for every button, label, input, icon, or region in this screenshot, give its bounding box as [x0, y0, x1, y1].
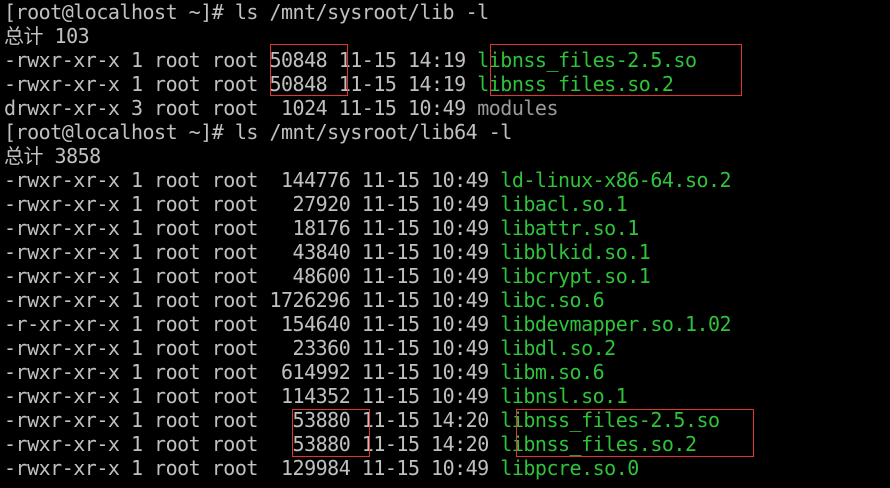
file-name: libblkid.so.1 — [500, 240, 651, 264]
file-name: libcrypt.so.1 — [500, 264, 651, 288]
file-size: 18176 — [292, 216, 351, 240]
perm-owner: -rwxr-xr-x 1 root root — [4, 456, 281, 480]
listing-row: -rwxr-xr-x 1 root root 50848 11-15 14:19… — [4, 72, 674, 96]
listing-row: -rwxr-xr-x 1 root root 18176 11-15 10:49… — [4, 216, 639, 240]
date-time: 11-15 14:19 — [327, 72, 478, 96]
file-name: libattr.so.1 — [500, 216, 639, 240]
file-size: 50848 — [269, 72, 328, 96]
file-size: 27920 — [292, 192, 351, 216]
listing-row: -rwxr-xr-x 1 root root 114352 11-15 10:4… — [4, 384, 628, 408]
perm-owner: -rwxr-xr-x 1 root root — [4, 216, 293, 240]
perm-owner: -rwxr-xr-x 1 root root — [4, 432, 293, 456]
date-time: 11-15 10:49 — [350, 288, 501, 312]
perm-owner: -rwxr-xr-x 1 root root — [4, 264, 293, 288]
file-size: 154640 — [280, 312, 351, 336]
date-time: 11-15 10:49 — [350, 360, 501, 384]
perm-owner: -rwxr-xr-x 1 root root — [4, 72, 270, 96]
file-size: 53880 — [292, 432, 351, 456]
perm-owner: -rwxr-xr-x 1 root root — [4, 288, 270, 312]
file-size: 614992 — [280, 360, 351, 384]
file-size: 43840 — [292, 240, 351, 264]
file-name: ld-linux-x86-64.so.2 — [500, 168, 732, 192]
date-time: 11-15 10:49 — [350, 216, 501, 240]
date-time: 11-15 10:49 — [350, 384, 501, 408]
perm-owner: -rwxr-xr-x 1 root root — [4, 336, 293, 360]
date-time: 11-15 10:49 — [350, 168, 501, 192]
listing-row: -rwxr-xr-x 1 root root 129984 11-15 10:4… — [4, 456, 639, 480]
directory-name: modules — [477, 96, 558, 120]
file-name: libc.so.6 — [500, 288, 605, 312]
perm-owner: drwxr-xr-x 3 root root — [4, 96, 281, 120]
file-size: 23360 — [292, 336, 351, 360]
perm-owner: -rwxr-xr-x 1 root root — [4, 192, 293, 216]
file-name: libdevmapper.so.1.02 — [500, 312, 732, 336]
file-name: libm.so.6 — [500, 360, 605, 384]
listing-row: -rwxr-xr-x 1 root root 43840 11-15 10:49… — [4, 240, 651, 264]
listing-row: -rwxr-xr-x 1 root root 144776 11-15 10:4… — [4, 168, 732, 192]
listing-row: -rwxr-xr-x 1 root root 614992 11-15 10:4… — [4, 360, 605, 384]
file-name: libnss_files-2.5.so — [477, 48, 697, 72]
date-time: 11-15 14:19 — [327, 48, 478, 72]
file-size: 50848 — [269, 48, 328, 72]
total-line: 总计 103 — [4, 24, 90, 48]
date-time: 11-15 10:49 — [350, 336, 501, 360]
prompt-line: [root@localhost ~]# ls /mnt/sysroot/lib6… — [4, 120, 512, 144]
perm-owner: -r-xr-xr-x 1 root root — [4, 312, 281, 336]
file-name: libacl.so.1 — [500, 192, 628, 216]
perm-owner: -rwxr-xr-x 1 root root — [4, 360, 281, 384]
prompt-line: [root@localhost ~]# ls /mnt/sysroot/lib … — [4, 0, 489, 24]
file-name: libdl.so.2 — [500, 336, 616, 360]
file-size: 1726296 — [269, 288, 351, 312]
listing-row: -rwxr-xr-x 1 root root 1726296 11-15 10:… — [4, 288, 605, 312]
file-size: 53880 — [292, 408, 351, 432]
file-name: libnss_files.so.2 — [500, 432, 697, 456]
file-size: 48600 — [292, 264, 351, 288]
prompt-command: [root@localhost ~]# ls /mnt/sysroot/lib6… — [4, 120, 512, 144]
perm-owner: -rwxr-xr-x 1 root root — [4, 384, 281, 408]
perm-owner: -rwxr-xr-x 1 root root — [4, 408, 293, 432]
prompt-command: [root@localhost ~]# ls /mnt/sysroot/lib … — [4, 0, 489, 24]
total-text: 总计 103 — [4, 24, 90, 48]
total-line: 总计 3858 — [4, 144, 101, 168]
listing-row: -rwxr-xr-x 1 root root 50848 11-15 14:19… — [4, 48, 697, 72]
date-time: 11-15 10:49 — [350, 456, 501, 480]
date-time: 11-15 10:49 — [327, 96, 478, 120]
listing-row: -rwxr-xr-x 1 root root 48600 11-15 10:49… — [4, 264, 651, 288]
file-name: libnsl.so.1 — [500, 384, 628, 408]
date-time: 11-15 14:20 — [350, 432, 501, 456]
listing-row: -r-xr-xr-x 1 root root 154640 11-15 10:4… — [4, 312, 732, 336]
terminal-window[interactable]: [root@localhost ~]# ls /mnt/sysroot/lib … — [0, 0, 890, 488]
listing-row: drwxr-xr-x 3 root root 1024 11-15 10:49 … — [4, 96, 558, 120]
listing-row: -rwxr-xr-x 1 root root 53880 11-15 14:20… — [4, 432, 697, 456]
file-size: 114352 — [280, 384, 351, 408]
listing-row: -rwxr-xr-x 1 root root 23360 11-15 10:49… — [4, 336, 616, 360]
file-size: 1024 — [280, 96, 328, 120]
date-time: 11-15 10:49 — [350, 264, 501, 288]
date-time: 11-15 10:49 — [350, 312, 501, 336]
perm-owner: -rwxr-xr-x 1 root root — [4, 168, 281, 192]
date-time: 11-15 10:49 — [350, 240, 501, 264]
file-name: libpcre.so.0 — [500, 456, 639, 480]
date-time: 11-15 10:49 — [350, 192, 501, 216]
total-text: 总计 3858 — [4, 144, 101, 168]
file-name: libnss_files-2.5.so — [500, 408, 720, 432]
perm-owner: -rwxr-xr-x 1 root root — [4, 48, 270, 72]
file-size: 129984 — [280, 456, 351, 480]
file-name: libnss_files.so.2 — [477, 72, 674, 96]
listing-row: -rwxr-xr-x 1 root root 27920 11-15 10:49… — [4, 192, 628, 216]
file-size: 144776 — [280, 168, 351, 192]
date-time: 11-15 14:20 — [350, 408, 501, 432]
listing-row: -rwxr-xr-x 1 root root 53880 11-15 14:20… — [4, 408, 720, 432]
perm-owner: -rwxr-xr-x 1 root root — [4, 240, 293, 264]
